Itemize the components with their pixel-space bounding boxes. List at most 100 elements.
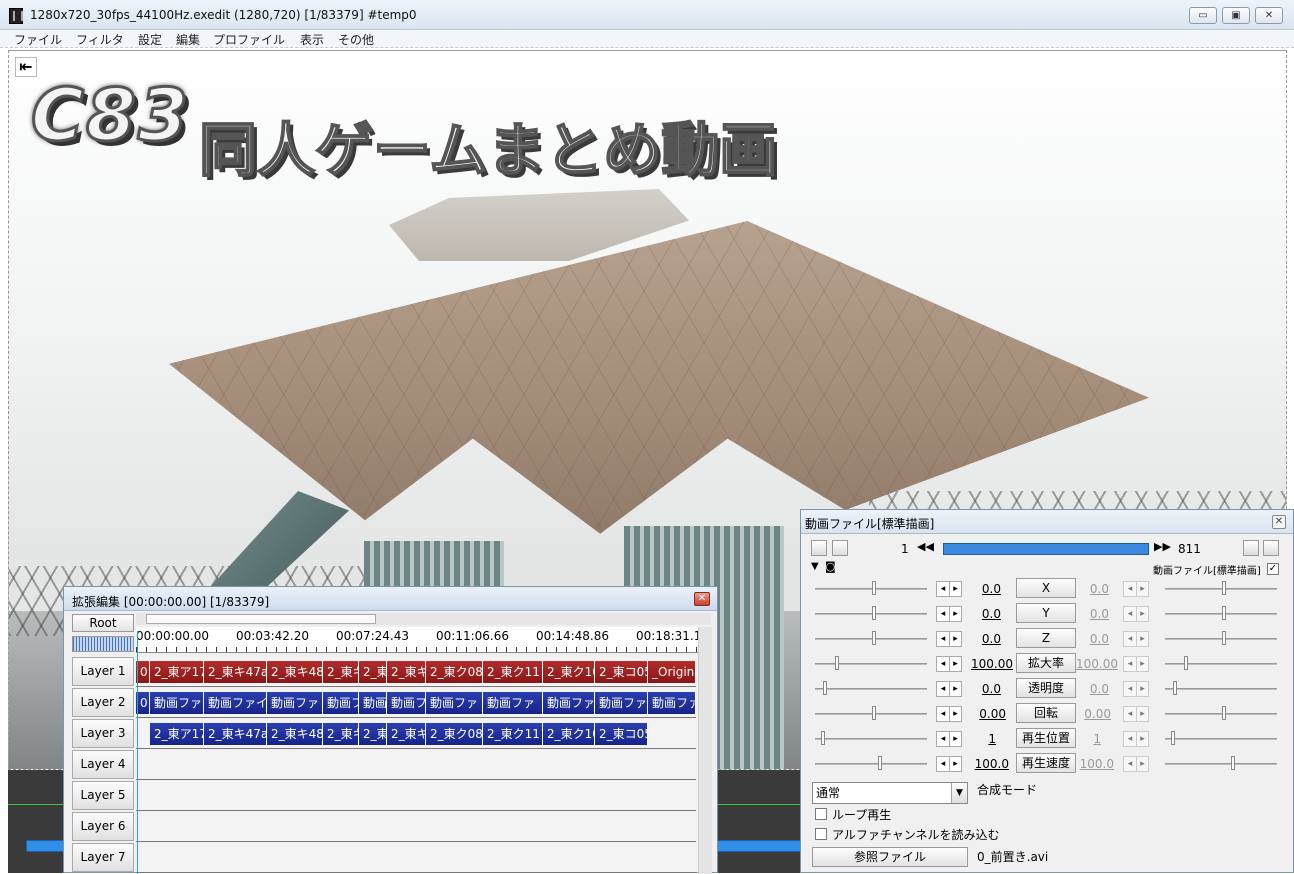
slider-right[interactable]	[1165, 638, 1277, 640]
slider-thumb[interactable]	[872, 606, 876, 620]
slider-left[interactable]	[815, 588, 927, 590]
param-value-left[interactable]: 100.0	[951, 757, 1009, 771]
param-value-right[interactable]: 0.0	[1059, 682, 1109, 696]
param-value-right[interactable]: 1	[1056, 732, 1101, 746]
maximize-button[interactable]: ▣	[1222, 7, 1250, 24]
spin-right[interactable]: ◂ ▸	[1123, 756, 1149, 772]
timeline-clip[interactable]: 2_東キ48	[267, 723, 323, 745]
chevron-down-icon[interactable]: ▼	[951, 783, 967, 803]
slider-thumb[interactable]	[823, 681, 827, 695]
slider-thumb[interactable]	[1173, 681, 1177, 695]
slider-thumb[interactable]	[1184, 656, 1188, 670]
loop-checkbox[interactable]	[815, 808, 827, 820]
timeline-clip[interactable]: _Origina	[648, 661, 696, 683]
timeline-clip[interactable]: 2_東ク11	[483, 723, 543, 745]
param-value-left[interactable]: 100.00	[951, 657, 1013, 671]
timeline-clip[interactable]: 動画ファ	[426, 692, 483, 714]
param-value-right[interactable]: 100.0	[1056, 757, 1114, 771]
blend-mode-select[interactable]: 通常 ▼	[812, 782, 968, 804]
playhead[interactable]	[137, 631, 138, 874]
param-value-left[interactable]: 1	[951, 732, 996, 746]
slider-thumb[interactable]	[1222, 606, 1226, 620]
frame-range-bar[interactable]	[943, 543, 1149, 555]
timeline-clip[interactable]: 動画	[359, 692, 387, 714]
root-button[interactable]: Root	[72, 614, 134, 632]
slider-thumb[interactable]	[872, 581, 876, 595]
spin-right[interactable]: ◂ ▸	[1123, 731, 1149, 747]
spin-right[interactable]: ◂ ▸	[1123, 706, 1149, 722]
param-value-left[interactable]: 0.0	[951, 582, 1001, 596]
timeline-clip[interactable]: 2_東	[359, 661, 387, 683]
menu-profile[interactable]: プロファイル	[213, 31, 285, 48]
timeline-clip[interactable]: 動画ファ	[267, 692, 323, 714]
layer-7-track[interactable]	[136, 843, 696, 873]
slider-thumb[interactable]	[835, 656, 839, 670]
menu-settings[interactable]: 設定	[138, 31, 162, 48]
prev-frame-button[interactable]: ◀◀	[917, 540, 934, 553]
slider-right[interactable]	[1165, 688, 1277, 690]
add-icon[interactable]	[1263, 540, 1279, 556]
layer-7-button[interactable]: Layer 7	[72, 843, 134, 872]
props-close-button[interactable]: ✕	[1272, 515, 1286, 529]
spin-right[interactable]: ◂ ▸	[1123, 656, 1149, 672]
menu-edit[interactable]: 編集	[176, 31, 200, 48]
slider-thumb[interactable]	[1222, 706, 1226, 720]
reference-file-button[interactable]: 参照ファイル	[812, 847, 968, 867]
timeline-close-button[interactable]: ✕	[694, 592, 710, 606]
param-value-left[interactable]: 0.00	[951, 707, 1006, 721]
timeline-clip[interactable]: 0	[136, 661, 150, 683]
object-enabled-checkbox[interactable]: ✓	[1267, 563, 1279, 575]
timeline-clip[interactable]: 2_東ア17	[150, 723, 204, 745]
timeline-clip[interactable]: 2_東キ	[387, 661, 426, 683]
layer-6-button[interactable]: Layer 6	[72, 812, 134, 841]
next-frame-button[interactable]: ▶▶	[1154, 540, 1171, 553]
spin-right[interactable]: ◂ ▸	[1123, 681, 1149, 697]
add-filter-icon[interactable]	[832, 540, 848, 556]
param-value-right[interactable]: 0.0	[1059, 632, 1109, 646]
slider-thumb[interactable]	[1222, 581, 1226, 595]
timeline-clip[interactable]: 動画ファ	[648, 692, 696, 714]
close-button[interactable]: ✕	[1255, 7, 1283, 24]
timeline-clip[interactable]: 2_東ア17	[150, 661, 204, 683]
slider-right[interactable]	[1165, 763, 1277, 765]
alpha-checkbox[interactable]	[815, 828, 827, 840]
timeline-clip[interactable]: 2_東コ05	[595, 723, 648, 745]
param-value-left[interactable]: 0.0	[951, 607, 1001, 621]
timeline-clip[interactable]: 2_東ク08	[426, 723, 483, 745]
timeline-clip[interactable]: 2_東コ05	[595, 661, 648, 683]
timeline-clip[interactable]: 2_東ク10	[543, 723, 595, 745]
timeline-clip[interactable]: 2_東キ47a	[204, 723, 267, 745]
menu-file[interactable]: ファイル	[14, 31, 62, 48]
collapse-icon[interactable]: ▼	[811, 561, 819, 572]
slider-left[interactable]	[815, 688, 927, 690]
layer-2-track[interactable]: 0 動画ファ 動画ファイ 動画ファ 動画フ 動画 動画フ 動画ファ 動画ファ 動…	[136, 688, 696, 718]
layer-4-button[interactable]: Layer 4	[72, 750, 134, 779]
slider-left[interactable]	[815, 663, 927, 665]
slider-right[interactable]	[1165, 738, 1277, 740]
slider-thumb[interactable]	[872, 631, 876, 645]
param-value-right[interactable]: 100.00	[1056, 657, 1118, 671]
layer-3-button[interactable]: Layer 3	[72, 719, 134, 748]
layer-2-button[interactable]: Layer 2	[72, 688, 134, 717]
time-ruler[interactable]: 00:00:00.00 00:03:42.20 00:07:24.43 00:1…	[136, 627, 711, 653]
slider-right[interactable]	[1165, 713, 1277, 715]
timeline-clip[interactable]: 動画フ	[387, 692, 426, 714]
timeline-clip[interactable]: 0	[136, 692, 150, 714]
spin-right[interactable]: ◂ ▸	[1123, 581, 1149, 597]
layer-5-button[interactable]: Layer 5	[72, 781, 134, 810]
split-icon[interactable]	[811, 540, 827, 556]
timeline-clip[interactable]: 2_東キ	[387, 723, 426, 745]
slider-left[interactable]	[815, 738, 927, 740]
layer-1-button[interactable]: Layer 1	[72, 657, 134, 686]
slider-right[interactable]	[1165, 663, 1277, 665]
timeline-clip[interactable]: 2_東キ48	[267, 661, 323, 683]
menu-other[interactable]: その他	[338, 31, 374, 48]
layer-5-track[interactable]	[136, 781, 696, 811]
slider-thumb[interactable]	[1222, 631, 1226, 645]
layer-6-track[interactable]	[136, 812, 696, 842]
camera-icon[interactable]	[1243, 540, 1259, 556]
slider-right[interactable]	[1165, 588, 1277, 590]
param-value-right[interactable]: 0.00	[1056, 707, 1111, 721]
timeline-clip[interactable]: 2_東ク10	[543, 661, 595, 683]
timeline-clip[interactable]: 動画フ	[323, 692, 359, 714]
